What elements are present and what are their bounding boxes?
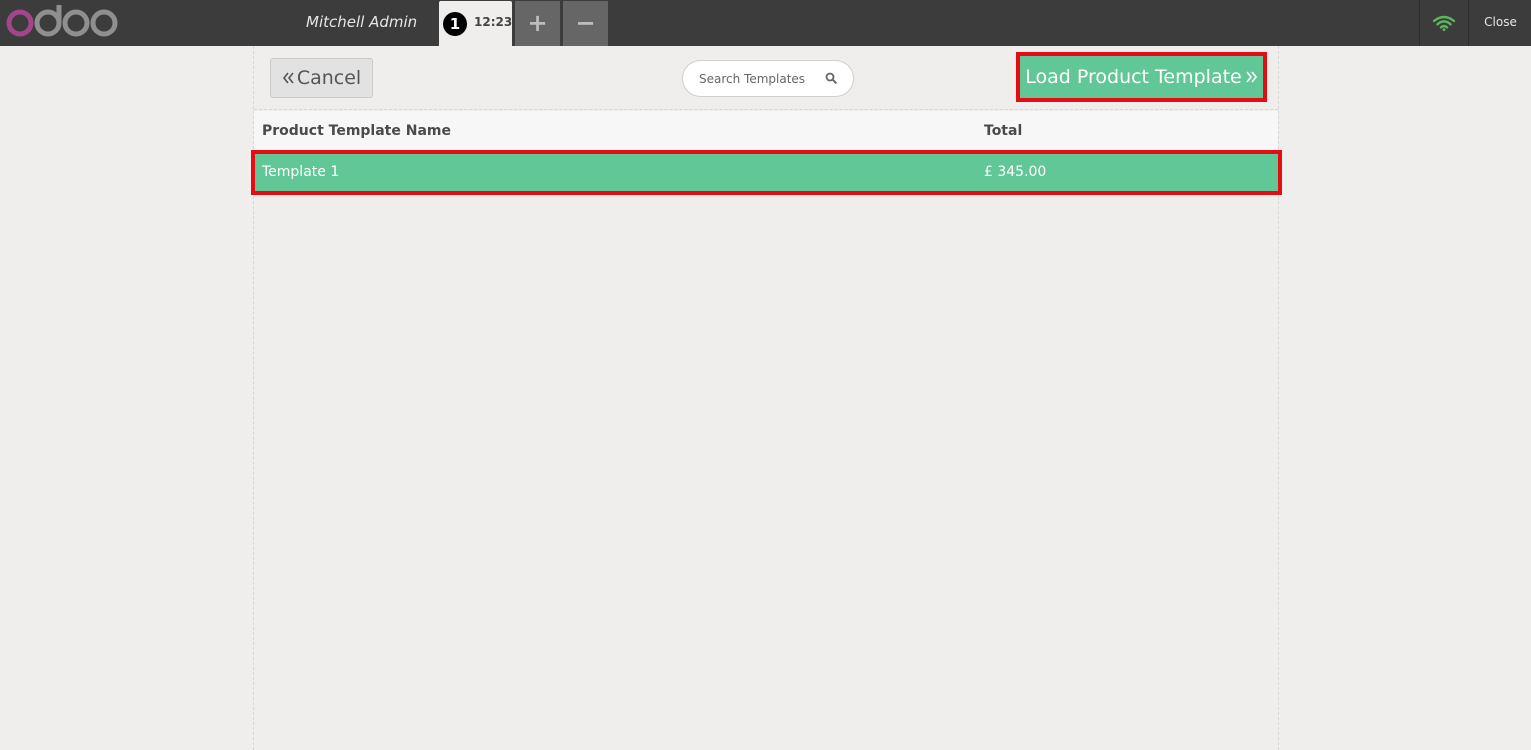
cashier-name[interactable]: Mitchell Admin (306, 13, 417, 31)
table-row[interactable]: Template 1 £ 345.00 (255, 154, 1278, 191)
order-sequence-badge: 1 (443, 12, 467, 36)
template-name-cell: Template 1 (262, 164, 340, 180)
double-chevron-left-icon (282, 72, 294, 84)
column-header-total: Total (984, 123, 1023, 139)
cancel-button[interactable]: Cancel (270, 58, 373, 98)
odoo-logo-icon (6, 5, 118, 37)
cancel-label: Cancel (296, 67, 362, 89)
load-product-template-button[interactable]: Load Product Template (1020, 56, 1263, 98)
search-input[interactable] (699, 70, 819, 88)
load-button-highlight: Load Product Template (1016, 52, 1267, 102)
odoo-logo (6, 4, 118, 40)
wifi-icon (1433, 15, 1455, 31)
close-button[interactable]: Close (1470, 0, 1531, 46)
order-tab-1[interactable]: 1 12:23 (439, 1, 512, 46)
connection-status[interactable] (1419, 0, 1469, 46)
template-total-cell: £ 345.00 (984, 164, 1047, 180)
template-list-screen: Cancel Load Product Template Product Tem… (251, 46, 1282, 750)
search-box (682, 60, 854, 97)
add-order-button[interactable]: + (515, 1, 560, 46)
plus-icon: + (527, 9, 548, 37)
table-header: Product Template Name Total (254, 111, 1278, 151)
pos-topbar: Mitchell Admin 1 12:23 + − Close (0, 0, 1531, 46)
search-icon[interactable] (825, 72, 837, 84)
remove-order-button[interactable]: − (563, 1, 608, 46)
order-time: 12:23 (474, 15, 513, 29)
double-chevron-right-icon (1246, 71, 1257, 83)
minus-icon: − (575, 9, 596, 37)
selected-row-highlight: Template 1 £ 345.00 (251, 150, 1282, 195)
column-header-name: Product Template Name (262, 123, 451, 139)
load-label: Load Product Template (1025, 66, 1242, 88)
screen-controls: Cancel Load Product Template (254, 46, 1278, 110)
